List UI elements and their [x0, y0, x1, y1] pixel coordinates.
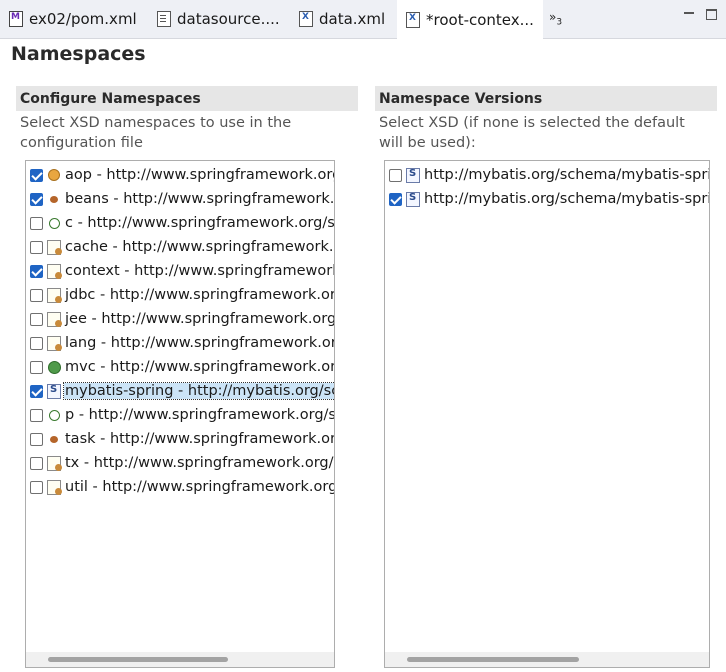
namespace-row[interactable]: mybatis-spring - http://mybatis.org/sch	[30, 380, 334, 402]
tab-label: data.xml	[319, 10, 386, 28]
file-icon	[47, 311, 62, 327]
pc-icon	[47, 408, 61, 423]
namespace-label: c - http://www.springframework.org/sch	[65, 215, 335, 231]
namespace-checkbox[interactable]	[30, 240, 43, 254]
file-icon	[47, 287, 62, 303]
namespace-checkbox[interactable]	[30, 216, 43, 230]
s-icon	[47, 383, 61, 399]
file-icon	[47, 479, 62, 495]
file-icon	[47, 335, 62, 351]
document-icon	[157, 11, 171, 27]
namespace-label: jee - http://www.springframework.org/s	[65, 311, 335, 327]
xml-file-icon	[406, 11, 420, 28]
namespace-row[interactable]: task - http://www.springframework.org,	[30, 428, 335, 450]
namespace-label: p - http://www.springframework.org/sc	[65, 407, 335, 423]
namespace-label: task - http://www.springframework.org,	[65, 431, 335, 447]
namespace-label: beans - http://www.springframework.or	[65, 191, 335, 207]
xsd-version-checkbox[interactable]	[389, 168, 402, 182]
maven-file-icon	[9, 11, 23, 27]
tab-label: *root-contex...	[426, 10, 534, 29]
namespace-checkbox[interactable]	[30, 168, 43, 182]
tab-datasource[interactable]: datasource....	[148, 0, 290, 38]
tab-data-xml[interactable]: data.xml	[290, 0, 396, 38]
globe-icon	[47, 360, 61, 375]
overflow-count: 3	[556, 17, 563, 28]
tab-root-context[interactable]: *root-contex... ⊠	[397, 0, 543, 39]
namespace-label: aop - http://www.springframework.org/	[65, 167, 335, 183]
bean-icon	[47, 432, 61, 447]
namespace-label: mybatis-spring - http://mybatis.org/sch	[62, 382, 334, 400]
bean-icon	[47, 192, 61, 207]
namespace-checkbox[interactable]	[30, 408, 43, 422]
namespace-checkbox[interactable]	[30, 480, 43, 494]
namespace-row[interactable]: tx - http://www.springframework.org/sc	[30, 452, 335, 474]
namespace-checkbox[interactable]	[30, 384, 43, 398]
namespace-list-scrollbar[interactable]	[26, 652, 334, 667]
namespace-row[interactable]: util - http://www.springframework.org/	[30, 476, 335, 498]
configure-namespaces-description: Select XSD namespaces to use in the conf…	[20, 115, 292, 151]
namespace-checkbox[interactable]	[30, 192, 43, 206]
namespace-label: util - http://www.springframework.org/	[65, 479, 335, 495]
namespace-label: jdbc - http://www.springframework.org	[65, 287, 335, 303]
close-icon[interactable]: ⊠	[542, 12, 543, 27]
namespace-checkbox[interactable]	[30, 360, 43, 374]
pc-icon	[47, 216, 61, 231]
aop-icon	[47, 168, 61, 183]
tab-label: datasource....	[177, 10, 280, 28]
namespace-versions-description: Select XSD (if none is selected the defa…	[379, 115, 685, 151]
maximize-icon[interactable]	[706, 9, 717, 20]
xml-file-icon	[299, 11, 313, 27]
s-icon	[406, 191, 420, 207]
scrollbar-thumb[interactable]	[407, 657, 579, 662]
namespace-versions-header: Namespace Versions	[375, 86, 717, 111]
namespace-label: mvc - http://www.springframework.org,	[65, 359, 335, 375]
minimize-icon[interactable]	[684, 12, 694, 14]
namespace-row[interactable]: cache - http://www.springframework.or	[30, 236, 335, 258]
xsd-version-row[interactable]: http://mybatis.org/schema/mybatis-spring	[389, 164, 710, 186]
configure-namespaces-header: Configure Namespaces	[16, 86, 358, 111]
file-icon	[47, 239, 62, 255]
namespace-row[interactable]: mvc - http://www.springframework.org,	[30, 356, 335, 378]
s-icon	[406, 167, 420, 183]
tab-label: ex02/pom.xml	[29, 10, 137, 28]
namespace-list[interactable]: util - http://www.springframework.org/tx…	[25, 160, 335, 668]
namespace-checkbox[interactable]	[30, 432, 43, 446]
xsd-version-label: http://mybatis.org/schema/mybatis-spring	[424, 191, 710, 207]
editor-tab-bar: ex02/pom.xml datasource.... data.xml *ro…	[0, 0, 726, 39]
tab-pom-xml[interactable]: ex02/pom.xml	[0, 0, 146, 38]
namespace-label: cache - http://www.springframework.or	[65, 239, 335, 255]
namespace-row[interactable]: context - http://www.springframework.	[30, 260, 335, 282]
namespace-row[interactable]: c - http://www.springframework.org/sch	[30, 212, 335, 234]
namespace-checkbox[interactable]	[30, 312, 43, 326]
namespace-row[interactable]: aop - http://www.springframework.org/	[30, 164, 335, 186]
namespace-checkbox[interactable]	[30, 288, 43, 302]
file-icon	[47, 263, 62, 279]
xsd-version-row[interactable]: http://mybatis.org/schema/mybatis-spring	[389, 188, 710, 210]
namespace-row[interactable]: beans - http://www.springframework.or	[30, 188, 335, 210]
namespace-row[interactable]: lang - http://www.springframework.org	[30, 332, 335, 354]
namespace-row[interactable]: jdbc - http://www.springframework.org	[30, 284, 335, 306]
namespace-checkbox[interactable]	[30, 264, 43, 278]
page-title: Namespaces	[11, 43, 146, 65]
namespace-checkbox[interactable]	[30, 456, 43, 470]
namespace-label: context - http://www.springframework.	[65, 263, 335, 279]
scrollbar-thumb[interactable]	[48, 657, 228, 662]
tab-overflow-button[interactable]: »3	[549, 10, 562, 27]
xsd-version-checkbox[interactable]	[389, 192, 402, 206]
namespace-label: lang - http://www.springframework.org	[65, 335, 335, 351]
namespace-version-list[interactable]: http://mybatis.org/schema/mybatis-spring…	[384, 160, 710, 668]
file-icon	[47, 455, 62, 471]
namespace-checkbox[interactable]	[30, 336, 43, 350]
version-list-scrollbar[interactable]	[385, 652, 709, 667]
namespace-label: tx - http://www.springframework.org/sc	[65, 455, 335, 471]
xsd-version-label: http://mybatis.org/schema/mybatis-spring	[424, 167, 710, 183]
namespace-row[interactable]: jee - http://www.springframework.org/s	[30, 308, 335, 330]
namespace-row[interactable]: p - http://www.springframework.org/sc	[30, 404, 335, 426]
